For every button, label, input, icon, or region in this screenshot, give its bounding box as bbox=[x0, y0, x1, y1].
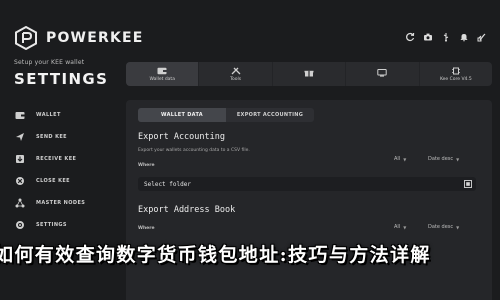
dropdown-value: All bbox=[394, 156, 401, 162]
chevron-down-icon: ▼ bbox=[403, 224, 407, 230]
dropdown-value: Date desc bbox=[428, 156, 454, 162]
tab-tools[interactable]: Tools bbox=[199, 62, 273, 86]
open-folder-icon[interactable] bbox=[464, 180, 472, 188]
brand-name: POWERKEE bbox=[46, 30, 144, 46]
receive-icon bbox=[14, 153, 26, 165]
sidebar-item-label: SEND KEE bbox=[36, 134, 67, 140]
chevron-down-icon: ▼ bbox=[403, 156, 407, 162]
nodes-icon bbox=[14, 197, 26, 209]
sort-dropdown[interactable]: Date desc ▼ bbox=[428, 224, 459, 230]
filter-all-dropdown[interactable]: All ▼ bbox=[394, 156, 406, 162]
top-toolbar bbox=[404, 31, 488, 43]
page-title: SETTINGS bbox=[14, 70, 109, 88]
main-tabs: Wallet data Tools Kee Core V4.5 bbox=[126, 62, 492, 86]
export-address-book-title: Export Address Book bbox=[138, 205, 236, 215]
camera-icon[interactable] bbox=[422, 31, 434, 43]
sidebar-item-settings[interactable]: SETTINGS bbox=[14, 214, 114, 236]
sidebar-item-label: SETTINGS bbox=[36, 222, 67, 228]
subtab-export-accounting[interactable]: EXPORT ACCOUNTING bbox=[226, 108, 314, 122]
dropdown-value: Date desc bbox=[428, 224, 454, 230]
sidebar-item-receive-kee[interactable]: RECEIVE KEE bbox=[14, 148, 114, 170]
chevron-down-icon: ▼ bbox=[456, 156, 460, 162]
page-subtitle: Setup your KEE wallet bbox=[14, 59, 85, 66]
usb-icon[interactable] bbox=[440, 31, 452, 43]
logo: POWERKEE bbox=[14, 26, 144, 50]
sidebar-item-wallet[interactable]: WALLET bbox=[14, 104, 114, 126]
export-accounting-description: Export your wallets accounting data to a… bbox=[138, 148, 250, 153]
chip-icon bbox=[451, 67, 461, 75]
subtab-wallet-data[interactable]: WALLET DATA bbox=[138, 108, 226, 122]
sidebar-item-label: CLOSE KEE bbox=[36, 178, 70, 184]
wallet-icon bbox=[14, 109, 26, 121]
chevron-down-icon: ▼ bbox=[456, 224, 460, 230]
tools-icon bbox=[231, 67, 241, 75]
sidebar: WALLET SEND KEE RECEIVE KEE CLOSE KEE MA… bbox=[14, 104, 114, 236]
select-folder-label: Select folder bbox=[144, 180, 191, 188]
bell-icon[interactable] bbox=[458, 31, 470, 43]
tab-label: Tools bbox=[230, 76, 242, 82]
where-label: Where bbox=[138, 163, 155, 168]
sidebar-item-close-kee[interactable]: CLOSE KEE bbox=[14, 170, 114, 192]
link-icon[interactable] bbox=[476, 31, 488, 43]
sort-dropdown[interactable]: Date desc ▼ bbox=[428, 156, 459, 162]
close-icon bbox=[14, 175, 26, 187]
filter-all-dropdown[interactable]: All ▼ bbox=[394, 224, 406, 230]
tab-gift[interactable] bbox=[273, 62, 347, 86]
tab-label: Wallet data bbox=[149, 76, 175, 82]
article-title-caption: 如何有效查询数字货币钱包地址:技巧与方法详解 bbox=[0, 244, 431, 266]
sidebar-item-label: RECEIVE KEE bbox=[36, 156, 77, 162]
refresh-icon[interactable] bbox=[404, 31, 416, 43]
sidebar-item-label: WALLET bbox=[36, 112, 61, 118]
where-label: Where bbox=[138, 226, 155, 231]
settings-panel: WALLET DATA EXPORT ACCOUNTING Export Acc… bbox=[126, 100, 492, 300]
gear-icon bbox=[14, 219, 26, 231]
sidebar-item-label: MASTER NODES bbox=[36, 200, 86, 206]
panel-subtabs: WALLET DATA EXPORT ACCOUNTING bbox=[138, 108, 314, 122]
export-accounting-title: Export Accounting bbox=[138, 132, 225, 142]
tab-screen[interactable] bbox=[346, 62, 420, 86]
select-folder-field[interactable]: Select folder bbox=[138, 177, 476, 191]
powerkee-logo-icon bbox=[15, 26, 37, 50]
gift-icon bbox=[304, 69, 314, 77]
sidebar-item-master-nodes[interactable]: MASTER NODES bbox=[14, 192, 114, 214]
dropdown-value: All bbox=[394, 224, 401, 230]
tab-kee-core[interactable]: Kee Core V4.5 bbox=[420, 62, 492, 86]
sidebar-item-send-kee[interactable]: SEND KEE bbox=[14, 126, 114, 148]
tab-label: Kee Core V4.5 bbox=[439, 76, 472, 82]
send-icon bbox=[14, 131, 26, 143]
screen-icon bbox=[377, 69, 388, 77]
wallet-icon bbox=[157, 67, 167, 75]
tab-wallet-data[interactable]: Wallet data bbox=[126, 62, 200, 86]
